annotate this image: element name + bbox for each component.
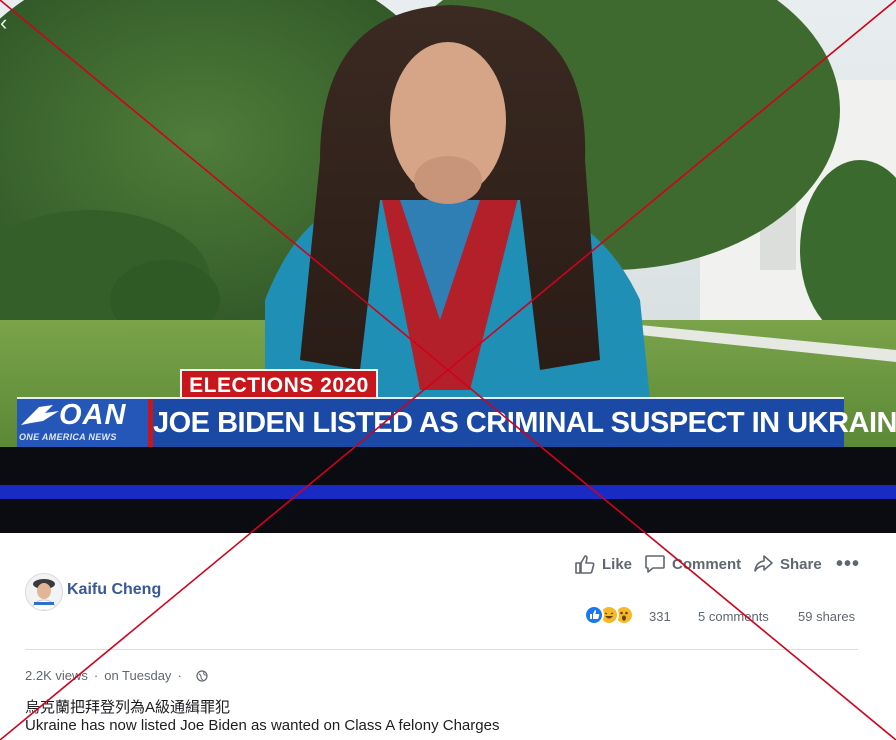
- shares-count-link[interactable]: 59 shares: [798, 609, 855, 624]
- close-icon[interactable]: ‹: [0, 12, 14, 34]
- share-label: Share: [780, 555, 822, 573]
- share-button[interactable]: Share: [752, 553, 822, 575]
- video-progress-bar[interactable]: [0, 485, 896, 499]
- more-icon[interactable]: •••: [836, 554, 860, 574]
- post-date[interactable]: on Tuesday: [104, 668, 171, 683]
- divider: [25, 649, 858, 650]
- post-meta: 2.2K views · on Tuesday ·: [25, 668, 208, 683]
- like-icon: [575, 555, 595, 574]
- like-button[interactable]: Like: [574, 553, 632, 575]
- meta-separator: ·: [93, 668, 99, 683]
- view-count: 2.2K views: [25, 668, 88, 683]
- meta-separator-2: ·: [177, 668, 182, 683]
- comment-label: Comment: [672, 555, 742, 573]
- globe-icon: [196, 669, 208, 682]
- avatar[interactable]: [25, 573, 63, 611]
- news-ticker: OAN ONE AMERICA NEWS JOE BIDEN LISTED AS…: [17, 397, 896, 447]
- caption-chinese: 烏克蘭把拜登列為A級通緝罪犯: [25, 699, 231, 716]
- video-player[interactable]: ‹ ELECTIONS 2020 OAN ONE AMERICA NEWS JO…: [0, 0, 896, 533]
- comments-count-link[interactable]: 5 comments: [698, 609, 769, 624]
- author-name[interactable]: Kaifu Cheng: [67, 581, 161, 599]
- oan-logo-subtext: ONE AMERICA NEWS: [19, 432, 117, 442]
- caption-english: Ukraine has now listed Joe Biden as want…: [25, 717, 500, 734]
- oan-logo-text: OAN: [59, 399, 127, 431]
- news-headline: JOE BIDEN LISTED AS CRIMINAL SUSPECT IN …: [153, 407, 896, 439]
- reaction-count[interactable]: 331: [649, 609, 671, 624]
- oan-logo: OAN ONE AMERICA NEWS: [17, 399, 149, 447]
- like-reaction-icon: [584, 605, 604, 625]
- avatar-image: [26, 574, 62, 610]
- comment-button[interactable]: Comment: [644, 553, 741, 575]
- like-label: Like: [602, 555, 633, 573]
- comment-icon: [645, 555, 665, 573]
- share-icon: [754, 555, 773, 572]
- reaction-icons[interactable]: [584, 605, 634, 627]
